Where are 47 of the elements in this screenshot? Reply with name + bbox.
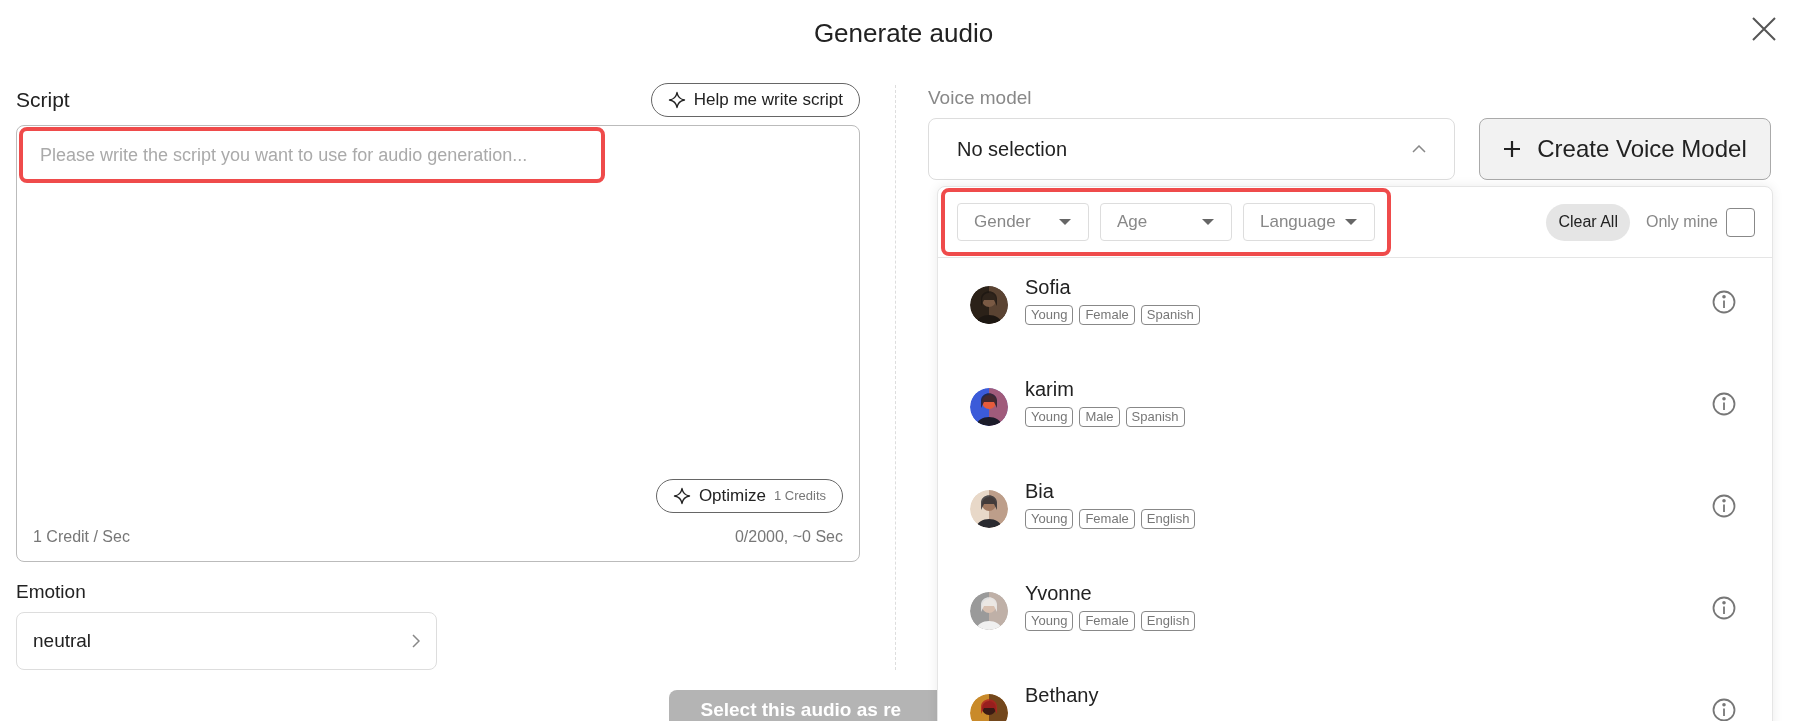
script-label: Script (16, 87, 70, 114)
voice-tag: English (1140, 509, 1196, 529)
voice-tag: Young (1025, 305, 1074, 325)
voice-name[interactable]: Bia (1025, 476, 1196, 506)
voice-tag: Young (1025, 407, 1074, 427)
only-mine-label: Only mine (1645, 212, 1718, 232)
voice-tag: Female (1079, 611, 1135, 631)
character-counter: 0/2000, ~0 Sec (734, 526, 843, 547)
create-voice-model-button[interactable]: Create Voice Model (1479, 117, 1771, 180)
caret-down-icon (1058, 218, 1072, 226)
voice-tag: Male (1079, 407, 1120, 427)
dialog-title: Generate audio (813, 16, 994, 50)
voice-name[interactable]: Bethany (1025, 680, 1099, 710)
script-textarea[interactable]: Please write the script you want to use for audio generation... Optimize 1 Credits 1 Credit / Sec 0/2000, ~0 Sec (16, 125, 860, 562)
close-icon[interactable] (1751, 16, 1777, 42)
info-icon[interactable] (1712, 596, 1736, 620)
voice-model-select[interactable]: No selection (928, 117, 1455, 180)
emotion-label: Emotion (16, 579, 87, 604)
voice-tag: Female (1079, 509, 1135, 529)
voice-tag: Spanish (1140, 305, 1200, 325)
filter-dropdown[interactable]: Age (1100, 203, 1232, 241)
voice-model-label: Voice model (928, 86, 1033, 110)
filter-dropdown[interactable]: Gender (957, 203, 1089, 241)
credit-rate: 1 Credit / Sec (33, 526, 130, 547)
sparkle-icon (672, 486, 691, 505)
voice-name[interactable]: karim (1025, 374, 1185, 404)
plus-icon (1503, 139, 1522, 158)
emotion-select[interactable]: neutral (16, 612, 437, 670)
voice-tag: Young (1025, 509, 1074, 529)
info-icon[interactable] (1712, 698, 1736, 721)
voice-tag: Spanish (1125, 407, 1185, 427)
chevron-right-icon (412, 634, 420, 649)
info-icon[interactable] (1712, 290, 1736, 314)
caret-down-icon (1201, 218, 1215, 226)
info-icon[interactable] (1712, 494, 1736, 518)
clear-all-button[interactable]: Clear All (1546, 203, 1630, 241)
voice-name[interactable]: Sofia (1025, 272, 1200, 302)
caret-down-icon (1344, 218, 1358, 226)
voice-tag: English (1140, 611, 1196, 631)
sparkle-icon (667, 91, 686, 109)
voice-tag: Female (1079, 305, 1135, 325)
filter-dropdown[interactable]: Language (1243, 203, 1375, 241)
voice-name[interactable]: Yvonne (1025, 578, 1196, 608)
only-mine-checkbox[interactable] (1726, 207, 1755, 237)
info-icon[interactable] (1712, 392, 1736, 416)
voice-tag: Young (1025, 611, 1074, 631)
script-placeholder: Please write the script you want to use for audio generation... (40, 143, 528, 167)
